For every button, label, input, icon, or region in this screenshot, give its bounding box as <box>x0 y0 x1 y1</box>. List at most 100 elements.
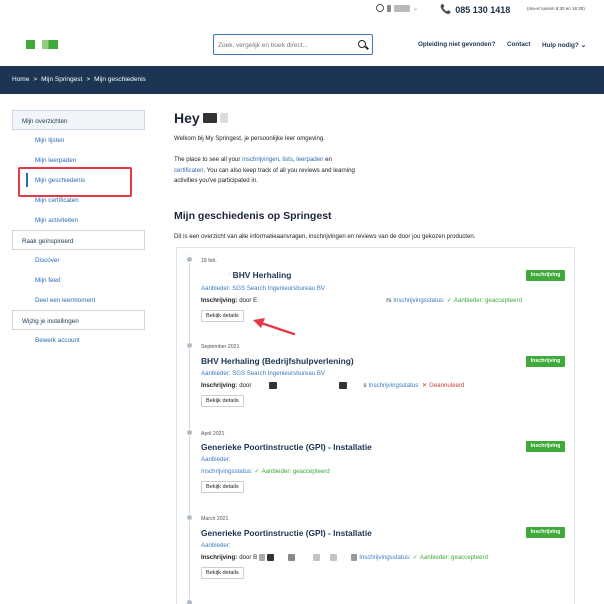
entry-title[interactable]: · BHV Herhaling <box>201 270 291 280</box>
timeline-dot <box>186 514 193 521</box>
phone-number: 085 130 1418 <box>455 4 511 15</box>
site-header: Opleiding niet gevonden? Contact Hulp no… <box>0 20 604 68</box>
timeline-dot <box>186 599 193 604</box>
redacted-text <box>394 4 410 12</box>
redacted-text <box>313 554 321 561</box>
phone-icon: 📞 <box>440 4 452 14</box>
entry-date: March 2021 <box>201 516 229 522</box>
redacted-text <box>201 271 227 279</box>
check-icon: ✓ <box>412 554 418 561</box>
entry-provider[interactable]: Aanbieder: <box>201 542 230 549</box>
status-label: Inschrijvingsstatus: <box>201 468 253 475</box>
type-badge: Inschrijving <box>526 270 565 281</box>
sidebar-item-bewerk-account[interactable]: Bewerk account <box>12 330 145 350</box>
link-certificaten[interactable]: certificaten <box>174 167 203 174</box>
redacted-text <box>339 382 348 389</box>
breadcrumb-mijn-springest[interactable]: Mijn Springest <box>41 76 82 83</box>
sidebar-section-mijn-overzichten[interactable]: Mijn overzichten <box>12 110 145 130</box>
entry-enrollment: Inschrijving: door s Inschrijvingsstatus… <box>201 382 464 389</box>
sidebar-item-mijn-lijsten[interactable]: Mijn lijsten <box>12 130 145 150</box>
details-button[interactable]: Bekijk details <box>201 481 244 493</box>
sidebar: Mijn overzichten Mijn lijsten Mijn leerp… <box>12 110 145 350</box>
sidebar-item-discover[interactable]: Discover <box>12 250 145 270</box>
status-label: Inschrijvingsstatus: <box>359 554 411 561</box>
entry-provider[interactable]: Aanbieder: · <box>201 456 276 463</box>
status-value: Geannuleerd <box>429 382 465 389</box>
breadcrumb-separator: > <box>86 76 91 83</box>
account-menu[interactable]: ⌄ <box>376 4 418 12</box>
logo-mark <box>26 40 35 49</box>
nav-opleiding-niet-gevonden[interactable]: Opleiding niet gevonden? <box>418 41 495 48</box>
redacted-text: · <box>229 272 231 278</box>
entry-provider-text: Aanbieder: <box>201 456 231 463</box>
redacted-text: · <box>273 456 276 463</box>
welcome-text: Welkom bij My Springest, je persoonlijke… <box>174 135 325 142</box>
type-badge: Inschrijving <box>526 527 565 538</box>
enrollment-by: door E <box>239 297 258 304</box>
status-value: Aanbieder: geaccepteerd <box>261 468 330 475</box>
search-input[interactable] <box>218 38 353 52</box>
enrollment-label: Inschrijving: <box>201 382 238 389</box>
sidebar-section-wijzig-instellingen[interactable]: Wijzig je instellingen <box>12 310 145 330</box>
intro-text: The place to see all your inschrijvingen… <box>174 155 364 187</box>
link-lists[interactable]: lists <box>282 156 293 163</box>
entry-date: September 2021 <box>201 344 240 350</box>
entry-title[interactable]: Generieke Poortinstructie (GPI) - Instal… <box>201 528 372 538</box>
redacted-text <box>297 554 312 561</box>
link-inschrijvingen[interactable]: inschrijvingen <box>242 156 279 163</box>
intro-segment: The place to see all your <box>174 156 243 163</box>
entry-provider[interactable]: Aanbieder: SGS Search Ingenieursbureau B… <box>201 285 325 292</box>
status-value: Aanbieder: geaccepteerd <box>453 297 522 304</box>
check-icon: ✓ <box>254 468 260 475</box>
status-label: Inschrijvingsstatus: <box>393 297 445 304</box>
breadcrumb-separator: > <box>33 76 38 83</box>
sidebar-item-mijn-leerpaden[interactable]: Mijn leerpaden <box>12 150 145 170</box>
enrollment-by: door B <box>239 554 258 561</box>
page-title: Hey <box>174 110 228 126</box>
type-badge: Inschrijving <box>526 356 565 367</box>
logo-mark <box>42 40 58 49</box>
type-badge: Inschrijving <box>526 441 565 452</box>
entry-provider[interactable]: Aanbieder: SGS Search Ingenieursbureau B… <box>201 370 325 377</box>
greeting-text: Hey <box>174 110 200 126</box>
breadcrumb-current: Mijn geschiedenis <box>94 76 146 83</box>
chevron-down-icon: ⌄ <box>580 42 587 49</box>
details-button[interactable]: Bekijk details <box>201 567 244 579</box>
link-leerpaden[interactable]: leerpaden <box>296 156 323 163</box>
status-value: Aanbieder: geaccepteerd <box>419 554 488 561</box>
entry-date: 18 feb. <box>201 258 217 264</box>
springest-logo[interactable] <box>26 40 58 49</box>
sidebar-item-mijn-activiteiten[interactable]: Mijn activiteiten <box>12 210 145 230</box>
status-label: Inschrijvingsstatus: <box>368 382 420 389</box>
section-title: Mijn geschiedenis op Springest <box>174 210 332 222</box>
nav-hulp-nodig[interactable]: Hulp nodig? ⌄ <box>542 41 586 49</box>
sidebar-item-mijn-certificaten[interactable]: Mijn certificaten <box>12 190 145 210</box>
redacted-text <box>349 382 362 389</box>
phone-link[interactable]: 📞 085 130 1418 <box>440 4 510 15</box>
arrow-annotation <box>253 318 296 336</box>
section-description: Dit is een overzicht van alle informatie… <box>174 233 476 240</box>
intro-segment: en <box>323 156 332 163</box>
sidebar-section-raak-geinspireerd[interactable]: Raak geïnspireerd <box>12 230 145 250</box>
nav-contact[interactable]: Contact <box>507 41 530 48</box>
cross-icon: ✕ <box>421 382 428 389</box>
sidebar-item-mijn-geschiedenis[interactable]: Mijn geschiedenis <box>12 170 145 190</box>
enrollment-label: Inschrijving: <box>201 554 238 561</box>
user-icon <box>376 4 384 12</box>
details-button[interactable]: Bekijk details <box>201 395 244 407</box>
redacted-text <box>339 554 350 561</box>
redacted-text <box>330 554 338 561</box>
timeline-dot <box>186 342 193 349</box>
entry-title[interactable]: Generieke Poortinstructie (GPI) - Instal… <box>201 442 372 452</box>
details-button[interactable]: Bekijk details <box>201 310 244 322</box>
redacted-text <box>351 554 358 561</box>
breadcrumb-home[interactable]: Home <box>12 76 29 83</box>
sidebar-item-deel-een-leermoment[interactable]: Deel een leermoment <box>12 290 145 310</box>
breadcrumb-bar: Home > Mijn Springest > Mijn geschiedeni… <box>0 66 604 94</box>
entry-title[interactable]: BHV Herhaling (Bedrijfshulpverlening) <box>201 356 354 366</box>
search-icon[interactable] <box>358 40 366 48</box>
redacted-text <box>276 554 287 561</box>
redacted-text <box>387 4 391 12</box>
sidebar-item-mijn-feed[interactable]: Mijn feed <box>12 270 145 290</box>
redacted-text <box>259 554 266 561</box>
